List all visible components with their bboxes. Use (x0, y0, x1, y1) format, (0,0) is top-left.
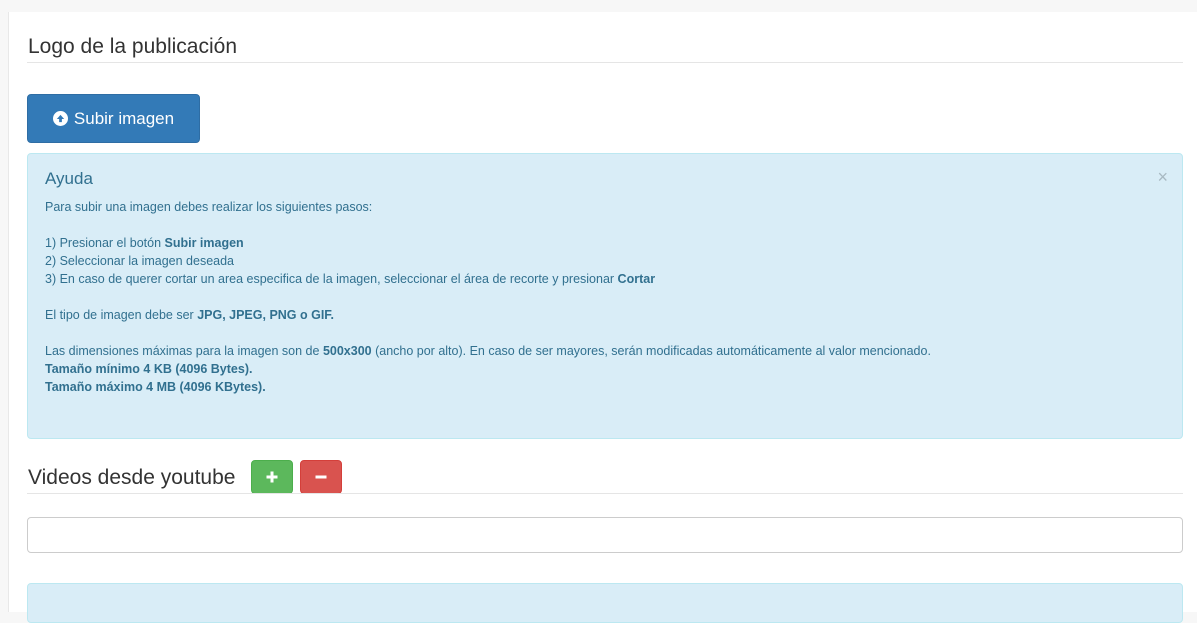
help-min-size: Tamaño mínimo 4 KB (4096 Bytes). (45, 362, 253, 376)
help-intro: Para subir una imagen debes realizar los… (45, 200, 373, 214)
video-info-alert (27, 583, 1183, 623)
help-alert-title: Ayuda (45, 169, 93, 188)
upload-image-button-label: Subir imagen (73, 108, 175, 128)
help-step-1: 1) Presionar el botón Subir imagen (45, 236, 244, 250)
help-step-1-bold: Subir imagen (164, 236, 244, 250)
help-image-types: El tipo de imagen debe ser JPG, JPEG, PN… (45, 308, 335, 322)
help-dimensions-bold: 500x300 (322, 344, 372, 358)
videos-section-divider (27, 493, 1183, 494)
minus-icon (315, 475, 327, 479)
circle-arrow-up-icon (52, 111, 68, 126)
help-alert: × Ayuda Para subir una imagen debes real… (27, 153, 1183, 439)
videos-section-title: Videos desde youtube (28, 466, 236, 489)
logo-section-divider (27, 62, 1183, 63)
upload-image-button[interactable]: Subir imagen (27, 94, 200, 143)
logo-section-title: Logo de la publicación (28, 35, 237, 58)
plus-icon (266, 471, 278, 483)
help-image-types-bold: JPG, JPEG, PNG o GIF. (197, 308, 335, 322)
add-video-button[interactable] (251, 460, 293, 494)
close-icon[interactable]: × (1157, 168, 1168, 186)
help-max-size: Tamaño máximo 4 MB (4096 KBytes). (45, 380, 266, 394)
help-step-3: 3) En caso de querer cortar un area espe… (45, 272, 656, 286)
help-step-3-bold: Cortar (617, 272, 656, 286)
help-dimensions: Las dimensiones máximas para la imagen s… (45, 344, 931, 358)
help-step-2: 2) Seleccionar la imagen deseada (45, 254, 235, 268)
remove-video-button[interactable] (300, 460, 342, 494)
youtube-video-input[interactable] (27, 517, 1183, 553)
publication-form-panel: Logo de la publicación Subir imagen × Ay… (8, 12, 1197, 623)
